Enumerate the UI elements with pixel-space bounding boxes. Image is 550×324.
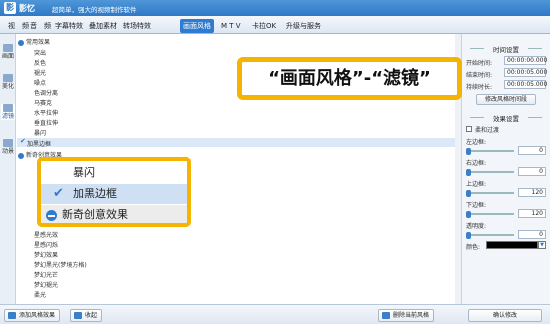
list-item[interactable]: 褪光 (34, 68, 46, 77)
checkmark-icon: ✔ (20, 137, 26, 145)
right-border-label: 右边框: (466, 160, 487, 167)
list-item[interactable]: 梦幻褪光 (34, 280, 58, 289)
zoom-item-above: 暴闪 (73, 166, 95, 179)
zoom-item-selected: ✔ 加黑边框 (41, 184, 187, 204)
main-tab-bar: 视 频 音 频 字幕特效 叠加素材 转场特效 画面风格 M T V 卡拉OK 升… (0, 16, 550, 34)
list-item[interactable]: 反色 (34, 58, 46, 67)
callout-text: “画面风格”-“滤镜” (268, 68, 431, 89)
collapse-arrow-icon (74, 312, 82, 319)
bottom-border-input[interactable]: 120 (518, 209, 546, 218)
tab-mtv[interactable]: M T V (218, 19, 244, 33)
list-item[interactable]: 水平拉伸 (34, 108, 58, 117)
color-swatch[interactable] (486, 241, 538, 249)
collapse-icon (18, 39, 24, 46)
chevron-down-icon[interactable]: ▼ (538, 241, 546, 249)
opacity-slider[interactable] (466, 234, 514, 236)
list-item[interactable]: 星感闪烁 (34, 240, 58, 249)
bottom-toolbar: 添加风格效果 收起 删除当前风格 确认修改 (0, 304, 550, 324)
zoom-group-below: 新奇创意效果 (41, 205, 187, 223)
confirm-modify-button[interactable]: 确认修改 (468, 309, 542, 322)
right-border-slider[interactable] (466, 171, 514, 173)
tab-subtitle-effects[interactable]: 字幕特效 (52, 19, 86, 33)
start-time-input[interactable]: 00:00:00.000 (504, 56, 547, 65)
list-item[interactable]: 梦幻效果 (34, 250, 58, 259)
opacity-knob[interactable] (466, 232, 471, 239)
start-time-label: 开始时间: (466, 60, 493, 67)
style-category-sidebar: 画面 美化 滤镜 动景 (0, 34, 16, 304)
list-item[interactable]: 突出 (34, 48, 46, 57)
soft-transition-label: 柔和过渡 (475, 127, 500, 134)
list-item[interactable]: 柔光 (34, 290, 46, 299)
bottom-border-knob[interactable] (466, 211, 471, 218)
checkmark-icon: ✔ (53, 186, 64, 201)
right-border-knob[interactable] (466, 169, 471, 176)
top-border-label: 上边框: (466, 181, 487, 188)
left-border-slider[interactable] (466, 150, 514, 152)
add-style-button[interactable]: 添加风格效果 (4, 309, 61, 322)
list-item[interactable]: 垂直拉伸 (34, 118, 58, 127)
selected-list-item[interactable]: ✔ 加黑边框 (17, 137, 461, 148)
opacity-label: 透明度: (466, 223, 487, 230)
list-item[interactable]: 星感光效 (34, 230, 58, 239)
right-border-input[interactable]: 0 (518, 167, 546, 176)
settings-panel: 时间设置 开始时间: 00:00:00.000 结束时间: 00:00:05.0… (462, 34, 550, 304)
app-name: 影忆 (19, 4, 35, 13)
end-time-input[interactable]: 00:00:05.000 (504, 68, 547, 77)
bottom-border-slider[interactable] (466, 213, 514, 215)
sidebar-item-filter[interactable]: 滤镜 (1, 104, 15, 120)
opacity-input[interactable]: 0 (518, 230, 546, 239)
list-item[interactable]: 暴闪 (34, 128, 46, 137)
collapse-icon (18, 152, 24, 159)
app-description: 超简单，强大的视频制作软件 (52, 6, 137, 14)
collapse-icon (46, 210, 57, 221)
delete-icon (382, 312, 390, 319)
modify-time-button[interactable]: 修改风格时间段 (476, 94, 536, 105)
sidebar-item-motion[interactable]: 动景 (1, 139, 15, 155)
sidebar-item-picture[interactable]: 画面 (1, 44, 15, 60)
tab-picture-style[interactable]: 画面风格 (180, 19, 214, 33)
bottom-border-label: 下边框: (466, 202, 487, 209)
tab-karaoke[interactable]: 卡拉OK (249, 19, 279, 33)
tab-overlay-material[interactable]: 叠加素材 (86, 19, 120, 33)
motion-icon (3, 139, 13, 147)
duration-label: 持续时长: (466, 84, 493, 91)
title-bar: 影 影忆 超简单，强大的视频制作软件 (0, 0, 550, 16)
filter-icon (3, 104, 13, 112)
list-item[interactable]: 梦幻光芒 (34, 270, 58, 279)
callout-annotation: “画面风格”-“滤镜” (237, 57, 462, 100)
tab-audio[interactable]: 音 频 (27, 19, 54, 33)
color-label: 颜色: (466, 244, 481, 251)
delete-style-button[interactable]: 删除当前风格 (378, 309, 435, 322)
list-item[interactable]: 马赛克 (34, 98, 52, 107)
left-border-input[interactable]: 0 (518, 146, 546, 155)
collapse-button[interactable]: 收起 (70, 309, 103, 322)
time-settings-heading: 时间设置 (462, 44, 550, 54)
list-item[interactable]: 噪点 (34, 78, 46, 87)
top-border-knob[interactable] (466, 190, 471, 197)
duration-input[interactable]: 00:00:05.000 (504, 80, 547, 89)
beautify-icon (3, 74, 13, 82)
picture-icon (3, 44, 13, 52)
end-time-label: 结束时间: (466, 72, 493, 79)
add-icon (8, 312, 16, 319)
left-border-label: 左边框: (466, 139, 487, 146)
list-item[interactable]: 梦幻黑光(梦境方格) (34, 260, 87, 269)
sidebar-item-beautify[interactable]: 美化 (1, 74, 15, 90)
group-common-effects[interactable]: 常用效果 (18, 37, 50, 46)
left-border-knob[interactable] (466, 148, 471, 155)
tab-transition-effects[interactable]: 转场特效 (120, 19, 154, 33)
effect-settings-heading: 效果设置 (462, 113, 550, 123)
app-logo-icon: 影 (4, 2, 16, 14)
list-item[interactable]: 色调分离 (34, 88, 58, 97)
top-border-input[interactable]: 120 (518, 188, 546, 197)
top-border-slider[interactable] (466, 192, 514, 194)
zoom-annotation: 暴闪 ✔ 加黑边框 新奇创意效果 (37, 157, 191, 227)
soft-transition-checkbox[interactable] (466, 126, 472, 132)
tab-upgrade-service[interactable]: 升级与服务 (283, 19, 324, 33)
